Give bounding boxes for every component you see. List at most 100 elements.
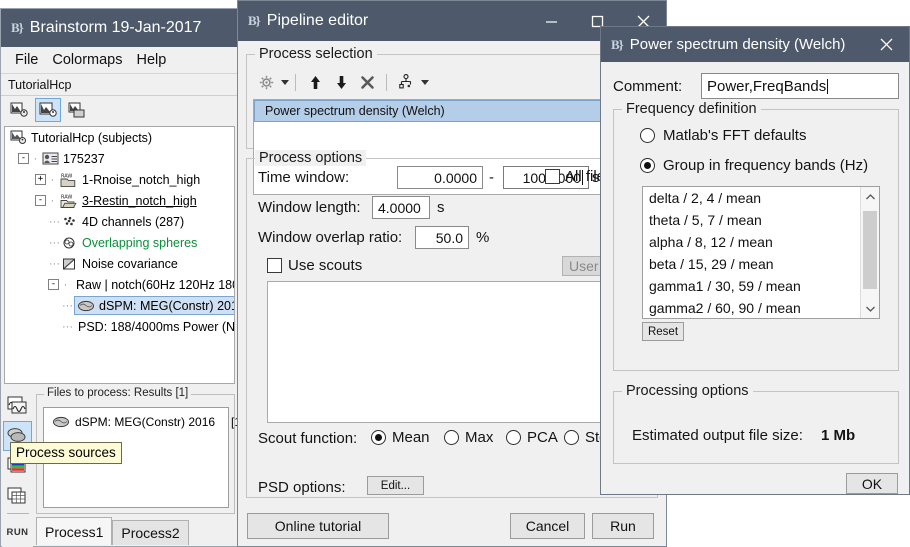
tab-process1[interactable]: Process1 (36, 517, 112, 545)
file-label: dSPM: MEG(Constr) 2016 (75, 415, 215, 429)
run-button[interactable]: Run (592, 513, 654, 539)
process-matrix-icon[interactable] (3, 480, 32, 510)
svg-text:RAW: RAW (61, 194, 72, 200)
tree-expander-collapse[interactable]: - (35, 195, 46, 206)
process-options-group: Process options Time window: 0.0000 - 10… (246, 158, 658, 498)
functional-icon[interactable] (64, 98, 90, 122)
cancel-button[interactable]: Cancel (510, 513, 585, 539)
use-scouts-checkbox-row[interactable]: Use scouts (267, 257, 362, 274)
process-selection-title: Process selection (255, 46, 377, 62)
studies-icon[interactable] (35, 98, 61, 122)
processing-options-group: Processing options Estimated output file… (613, 391, 899, 464)
band-row[interactable]: alpha / 8, 12 / mean (643, 231, 879, 253)
menu-file[interactable]: File (8, 52, 45, 68)
online-tutorial-button[interactable]: Online tutorial (247, 513, 389, 539)
all-files-checkbox[interactable] (545, 169, 560, 184)
psd-edit-button[interactable]: Edit... (367, 476, 424, 495)
band-row[interactable]: delta / 2, 4 / mean (643, 187, 879, 209)
ok-button[interactable]: OK (846, 473, 898, 494)
radio-max[interactable] (444, 430, 459, 445)
frequency-bands-list[interactable]: delta / 2, 4 / mean theta / 5, 7 / mean … (642, 186, 880, 319)
tree-item-raw-notch[interactable]: - · RAW Raw | notch(60Hz 120Hz 180H (5, 274, 234, 295)
frequency-group-title: Frequency definition (622, 101, 761, 117)
bands-scrollbar[interactable] (860, 187, 879, 318)
tree-connector: ··· (48, 216, 61, 228)
screen-root: B} Brainstorm 19-Jan-2017 File Colormaps… (0, 0, 910, 547)
brainstorm-logo-icon: B} (611, 37, 623, 53)
main-menubar: File Colormaps Help (1, 47, 237, 74)
move-down-icon[interactable] (328, 70, 354, 94)
band-row[interactable]: gamma1 / 30, 59 / mean (643, 275, 879, 297)
gear-icon[interactable] (253, 70, 279, 94)
tree-label: Raw | notch(60Hz 120Hz 180H (76, 278, 235, 292)
tree-item-rnoise[interactable]: + · RAW 1-Rnoise_notch_high (5, 169, 234, 190)
run-button[interactable]: RUN (3, 517, 32, 547)
time-window-start-input[interactable]: 0.0000 (397, 166, 483, 189)
chevron-up-icon[interactable] (861, 187, 879, 206)
brainstorm-logo-icon: B} (248, 13, 260, 29)
file-size-value: 1 Mb (821, 427, 855, 444)
comment-input[interactable]: Power,FreqBands (701, 73, 899, 99)
time-window-start-value: 0.0000 (434, 170, 477, 186)
tab-process2[interactable]: Process2 (112, 520, 188, 545)
tree-item-dspm-meg[interactable]: ··· dSPM: MEG(Constr) 2016 (5, 295, 234, 316)
move-up-icon[interactable] (302, 70, 328, 94)
gear-dropdown-caret-icon[interactable] (281, 80, 289, 85)
all-files-checkbox-row[interactable]: All file (545, 168, 605, 185)
scout-function-mean-option[interactable]: Mean (371, 429, 430, 446)
tree-item-tutorialhcp[interactable]: TutorialHcp (subjects) (5, 127, 234, 148)
comment-value: Power,FreqBands (707, 78, 826, 95)
comment-label: Comment: (613, 78, 682, 95)
chevron-down-icon[interactable] (861, 299, 879, 318)
radio-std[interactable] (564, 430, 579, 445)
tree-item-restin[interactable]: - · RAW 3-Restin_notch_high (5, 190, 234, 211)
tree-item-175237[interactable]: - · 175237 (5, 148, 234, 169)
tree-item-psd[interactable]: ··· PSD: 188/4000ms Power (N (5, 316, 234, 337)
freq-option-fft-defaults[interactable]: Matlab's FFT defaults (640, 127, 806, 144)
scouts-list[interactable] (267, 281, 632, 423)
use-scouts-checkbox[interactable] (267, 258, 282, 273)
overlap-ratio-input[interactable]: 50.0 (415, 226, 469, 249)
radio-pca[interactable] (506, 430, 521, 445)
files-group-title: Files to process: Results [1] (44, 387, 191, 399)
radio-fft-defaults[interactable] (640, 128, 655, 143)
band-row[interactable]: beta / 15, 29 / mean (643, 253, 879, 275)
close-icon[interactable] (863, 27, 909, 62)
subjects-icon[interactable] (6, 98, 32, 122)
reset-button[interactable]: Reset (642, 322, 684, 341)
radio-mean[interactable] (371, 430, 386, 445)
tree-expander-collapse[interactable]: - (48, 279, 59, 290)
scrollbar-thumb[interactable] (863, 211, 877, 289)
tree-expander-collapse[interactable]: - (18, 153, 29, 164)
tree-item-noise-covariance[interactable]: ··· Noise covariance (5, 253, 234, 274)
time-window-label: Time window: (258, 169, 349, 186)
band-row[interactable]: theta / 5, 7 / mean (643, 209, 879, 231)
pipeline-icon[interactable] (393, 70, 419, 94)
delete-icon[interactable] (354, 70, 380, 94)
freq-option-group-bands[interactable]: Group in frequency bands (Hz) (640, 157, 868, 174)
menu-help[interactable]: Help (129, 52, 173, 68)
menu-colormaps[interactable]: Colormaps (45, 52, 129, 68)
psd-titlebar: B} Power spectrum density (Welch) (601, 27, 909, 62)
scout-function-pca-option[interactable]: PCA (506, 429, 558, 446)
brainstorm-logo-icon: B} (11, 20, 23, 36)
process-recordings-icon[interactable] (3, 391, 32, 421)
run-label: RUN (6, 527, 28, 538)
radio-pca-label: PCA (527, 429, 558, 446)
process-item-psd-welch[interactable]: Power spectrum density (Welch) (254, 100, 650, 122)
tree-label: Noise covariance (82, 257, 178, 271)
tree-item-overlapping-spheres[interactable]: ··· Overlapping spheres (5, 232, 234, 253)
process-options-title: Process options (255, 150, 366, 166)
list-item[interactable]: dSPM: MEG(Constr) 2016 [1] (52, 415, 228, 429)
radio-group-bands[interactable] (640, 158, 655, 173)
minimize-icon[interactable] (528, 1, 574, 41)
channel-icon (61, 215, 78, 229)
scout-function-max-option[interactable]: Max (444, 429, 493, 446)
window-length-input[interactable]: 4.0000 (372, 196, 430, 219)
tree-expander-expand[interactable]: + (35, 174, 46, 185)
pipeline-dropdown-caret-icon[interactable] (421, 80, 429, 85)
database-tree[interactable]: TutorialHcp (subjects) - · 175237 + (4, 126, 235, 384)
tree-item-4d-channels[interactable]: ··· 4D channels (287) (5, 211, 234, 232)
band-row[interactable]: gamma2 / 60, 90 / mean (643, 297, 879, 319)
radio-group-bands-label: Group in frequency bands (Hz) (663, 157, 868, 174)
